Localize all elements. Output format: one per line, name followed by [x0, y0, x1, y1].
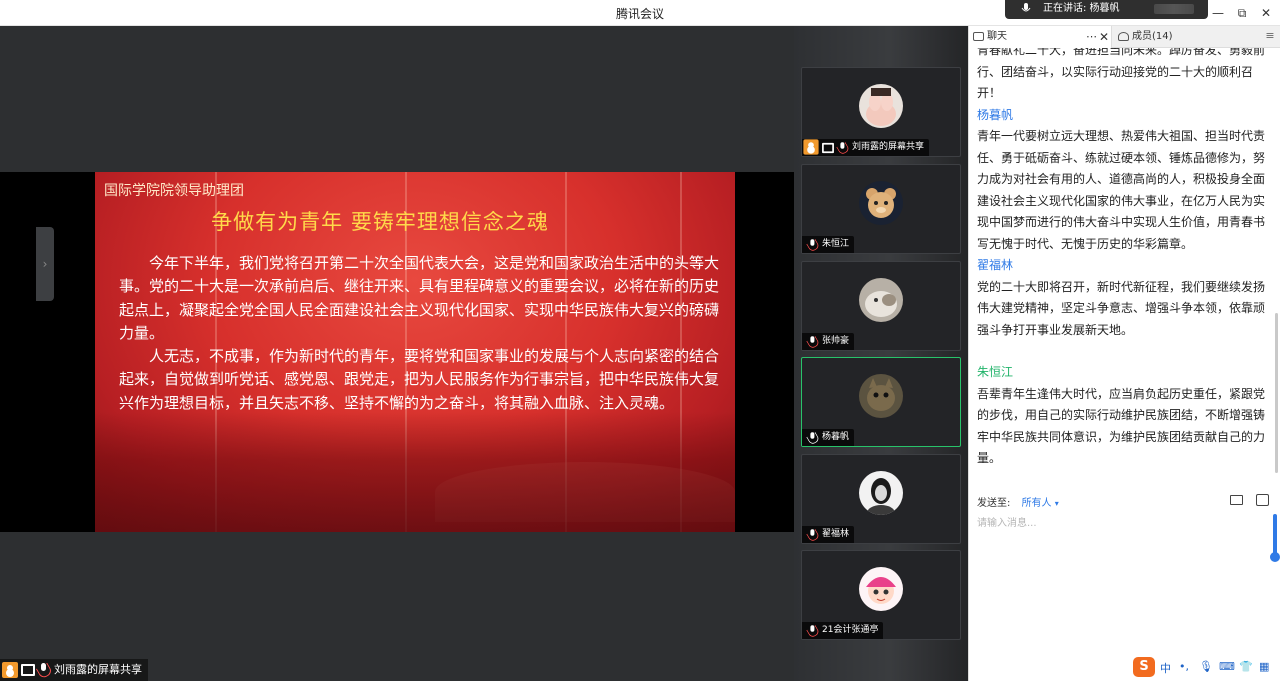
tab-members-label: 成员(14): [1132, 31, 1173, 42]
tab-chat-label: 聊天: [987, 31, 1007, 42]
chat-sender: 朱恒江: [977, 365, 1014, 379]
participant-name: 21会计张通亭: [822, 625, 879, 635]
ime-logo-icon[interactable]: S: [1133, 657, 1155, 677]
chevron-down-icon[interactable]: ▾: [1055, 499, 1059, 508]
chat-scrollbar[interactable]: [1275, 313, 1278, 473]
mic-muted-icon: [808, 529, 816, 539]
screen-share-label: 刘雨露的屏幕共享: [0, 659, 148, 681]
input-scroll-slider[interactable]: [1270, 514, 1280, 562]
participant-tile[interactable]: 刘雨露的屏幕共享: [801, 67, 961, 157]
screen-share-icon: [21, 664, 35, 676]
mic-muted-icon: [808, 239, 816, 249]
participant-name: 翟福林: [822, 529, 850, 539]
send-to-row: 发送至: 所有人 ▾: [977, 494, 1273, 510]
restore-button[interactable]: ⧉: [1234, 5, 1250, 21]
message-input[interactable]: 请输入消息...: [977, 514, 1267, 634]
ime-mode-toggle[interactable]: 中: [1160, 660, 1171, 676]
participant-name: 朱恒江: [822, 239, 850, 249]
share-label-text: 刘雨露的屏幕共享: [54, 663, 142, 676]
slide-title: 争做有为青年 要铸牢理想信念之魂: [211, 210, 549, 234]
mic-muted-icon: [808, 625, 816, 635]
participant-name-label: 21会计张通亭: [802, 622, 884, 639]
chat-sender: 杨暮帆: [977, 107, 1014, 122]
ime-mic-icon[interactable]: 🎙: [1199, 660, 1213, 673]
more-options-icon[interactable]: ⋯: [1086, 26, 1097, 48]
participant-tile[interactable]: 翟福林: [801, 454, 961, 544]
city-skyline-decoration: [95, 412, 735, 532]
minimize-button[interactable]: —: [1210, 5, 1226, 21]
participant-name-label: 杨暮帆: [802, 429, 855, 446]
participant-tile[interactable]: 朱恒江: [801, 164, 961, 254]
ime-keyboard-icon[interactable]: ⌨: [1219, 660, 1235, 673]
participant-tile[interactable]: 21会计张通亭: [801, 550, 961, 640]
folder-icon[interactable]: [1230, 495, 1243, 505]
slide-paragraph: 今年下半年，我们党将召开第二十次全国代表大会，这是党和国家政治生活中的头等大事。…: [119, 254, 720, 342]
speaking-indicator: 正在讲话: 杨暮帆: [1005, 0, 1208, 19]
participant-list: 刘雨露的屏幕共享 朱恒江 张帅豪 杨暮帆 翟福林 21会计张通亭: [794, 26, 968, 681]
chat-panel: 聊天 ⋯ ✕ 成员(14) ≡ 青春献礼二十大，奋进担当向未来。踔厉奋发、勇毅前…: [968, 26, 1280, 681]
chat-bubble-icon: [973, 32, 984, 41]
panel-menu-icon[interactable]: ≡: [1263, 29, 1277, 43]
close-button[interactable]: ✕: [1258, 5, 1274, 21]
chat-message-text: 青年一代要树立远大理想、热爱伟大祖国、担当时代责任、勇于砥砺奋斗、练就过硬本领、…: [977, 129, 1266, 251]
chat-sender: 翟福林: [977, 258, 1014, 272]
ime-punct-icon[interactable]: •,: [1179, 660, 1189, 673]
slide-paragraph: 人无志，不成事，作为新时代的青年，要将党和国家事业的发展与个人志向紧密的结合起来…: [119, 347, 720, 412]
mic-icon: [1021, 3, 1031, 12]
send-to-label: 发送至:: [977, 498, 1011, 509]
host-icon: [803, 139, 819, 155]
tencent-meeting-window: 腾讯会议 正在讲话: 杨暮帆 — ⧉ ✕ 国际学院院领导助理团 争做有为青年 要…: [0, 0, 1280, 681]
screenshot-icon[interactable]: [1256, 494, 1269, 506]
participant-name: 杨暮帆: [822, 432, 850, 442]
title-bar: 腾讯会议 正在讲话: 杨暮帆 — ⧉ ✕: [0, 0, 1280, 26]
participant-tile-active[interactable]: 杨暮帆: [801, 357, 961, 447]
tab-chat[interactable]: 聊天 ⋯ ✕: [969, 26, 1112, 48]
mic-muted-icon: [38, 663, 48, 676]
person-icon: [1118, 32, 1129, 41]
cat-avatar: [859, 278, 903, 322]
tab-members[interactable]: 成员(14): [1114, 26, 1264, 48]
ime-toolbar: S 中 •, 🎙 ⌨ 👕 ▦: [1133, 657, 1280, 679]
chat-messages: 青春献礼二十大，奋进担当向未来。踔厉奋发、勇毅前行、团结奋斗，以实际行动迎接党的…: [969, 48, 1280, 488]
mic-muted-icon: [808, 336, 816, 346]
slide-body: 今年下半年，我们党将召开第二十次全国代表大会，这是党和国家政治生活中的头等大事。…: [119, 252, 719, 415]
participant-tile[interactable]: 张帅豪: [801, 261, 961, 351]
ime-apps-icon[interactable]: ▦: [1259, 660, 1269, 673]
participant-name: 张帅豪: [822, 336, 850, 346]
chat-message-text: 党的二十大即将召开，新时代新征程，我们要继续发扬伟大建党精神，坚定斗争意志、增强…: [977, 279, 1266, 337]
chat-message-text: 青春献礼二十大，奋进担当向未来。踔厉奋发、勇毅前行、团结奋斗，以实际行动迎接党的…: [977, 48, 1266, 100]
mic-muted-icon: [838, 142, 846, 152]
speaking-text: 正在讲话: 杨暮帆: [1043, 3, 1120, 14]
bw-portrait-avatar: [859, 471, 903, 515]
close-tab-icon[interactable]: ✕: [1099, 26, 1109, 48]
shared-slide: 国际学院院领导助理团 争做有为青年 要铸牢理想信念之魂 今年下半年，我们党将召开…: [95, 172, 735, 532]
expand-panel-button[interactable]: ›: [36, 227, 54, 301]
participant-name-label: 翟福林: [802, 526, 855, 543]
chat-message-text: 吾辈青年生逢伟大时代，应当肩负起历史重任，紧跟党的步伐，用自己的实际行动维护民族…: [977, 386, 1266, 466]
send-to-dropdown[interactable]: 所有人: [1022, 498, 1052, 509]
cartoon-avatar: [859, 567, 903, 611]
participant-name-label: 张帅豪: [802, 333, 855, 350]
participant-name: 刘雨露的屏幕共享: [852, 142, 925, 152]
chat-tab-bar: 聊天 ⋯ ✕ 成员(14) ≡: [969, 26, 1280, 48]
ime-skin-icon[interactable]: 👕: [1239, 660, 1253, 673]
slide-org-name: 国际学院院领导助理团: [104, 183, 244, 199]
teddy-bear-avatar: [859, 181, 903, 225]
dark-cat-avatar: [859, 374, 903, 418]
host-icon: [2, 662, 18, 678]
participant-name-label: 朱恒江: [802, 236, 855, 253]
participant-name-label: 刘雨露的屏幕共享: [802, 139, 930, 156]
main-stage: 国际学院院领导助理团 争做有为青年 要铸牢理想信念之魂 今年下半年，我们党将召开…: [0, 26, 794, 681]
audio-wave-icon: [1154, 4, 1194, 14]
mic-icon: [808, 432, 816, 442]
hands-avatar: [859, 84, 903, 128]
screen-share-icon: [822, 142, 834, 154]
